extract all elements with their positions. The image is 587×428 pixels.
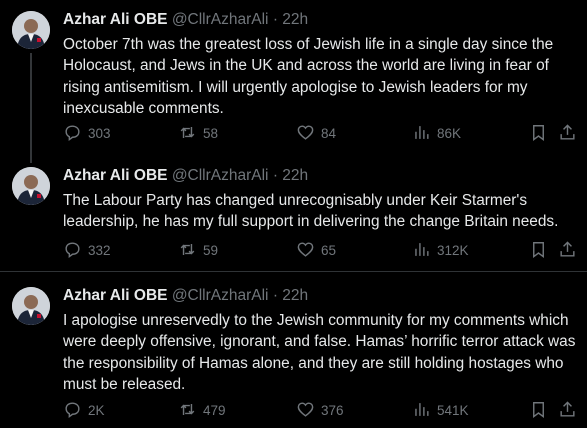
like-count: 376 (321, 403, 344, 418)
share-icon (560, 124, 575, 140)
profile-photo-icon (12, 287, 50, 325)
heart-icon (297, 242, 314, 257)
heart-icon (297, 125, 314, 140)
views-button[interactable]: 541K (412, 400, 469, 419)
reply-button[interactable]: 2K (63, 400, 105, 419)
author-name[interactable]: Azhar Ali OBE (63, 287, 168, 304)
reply-button[interactable]: 303 (63, 123, 111, 142)
repost-button[interactable]: 59 (178, 240, 218, 259)
analytics-icon (415, 243, 429, 256)
tweet-text: The Labour Party has changed unrecognisa… (63, 192, 559, 231)
reply-icon (65, 402, 80, 419)
timestamp[interactable]: · 22h (273, 287, 308, 304)
bookmark-icon (533, 242, 544, 259)
bookmark-icon (533, 402, 544, 419)
bookmark-icon (533, 125, 544, 142)
repost-button[interactable]: 58 (178, 123, 218, 142)
tweet-header: Azhar Ali OBE @CllrAzharAli · 22h (63, 167, 308, 185)
share-icon (560, 401, 575, 417)
tweet-header: Azhar Ali OBE @CllrAzharAli · 22h (63, 11, 308, 29)
reply-count: 332 (88, 243, 111, 258)
thread-line (30, 53, 32, 163)
reply-icon (65, 242, 80, 259)
tweet-header: Azhar Ali OBE @CllrAzharAli · 22h (63, 287, 308, 305)
author-handle[interactable]: @CllrAzharAli (172, 167, 269, 184)
author-name[interactable]: Azhar Ali OBE (63, 167, 168, 184)
reply-icon (65, 125, 80, 142)
heart-icon (297, 402, 314, 417)
repost-icon (180, 126, 195, 139)
analytics-icon (415, 126, 429, 139)
author-handle[interactable]: @CllrAzharAli (172, 11, 269, 28)
view-count: 541K (437, 403, 469, 418)
share-icon (560, 241, 575, 257)
like-button[interactable]: 84 (296, 123, 336, 142)
share-button[interactable] (558, 400, 577, 424)
tweet-text: October 7th was the greatest loss of Jew… (63, 36, 554, 117)
repost-count: 58 (203, 126, 219, 141)
tweet-actions: 303 58 84 86K (63, 123, 583, 145)
reply-count: 303 (88, 126, 111, 141)
repost-count: 479 (203, 403, 226, 418)
timestamp[interactable]: · 22h (273, 167, 308, 184)
reply-button[interactable]: 332 (63, 240, 111, 259)
avatar[interactable] (12, 287, 50, 325)
like-count: 84 (321, 126, 337, 141)
profile-photo-icon (12, 11, 50, 49)
avatar[interactable] (12, 11, 50, 49)
repost-button[interactable]: 479 (178, 400, 226, 419)
author-name[interactable]: Azhar Ali OBE (63, 11, 168, 28)
avatar[interactable] (12, 167, 50, 205)
analytics-icon (415, 403, 429, 416)
view-count: 86K (437, 126, 462, 141)
bookmark-button[interactable] (529, 240, 548, 264)
author-handle[interactable]: @CllrAzharAli (172, 287, 269, 304)
like-button[interactable]: 65 (296, 240, 336, 259)
like-count: 65 (321, 243, 337, 258)
view-count: 312K (437, 243, 469, 258)
repost-icon (180, 243, 195, 256)
views-button[interactable]: 312K (412, 240, 469, 259)
share-button[interactable] (558, 240, 577, 264)
tweet-divider (0, 271, 587, 272)
tweet-actions: 2K 479 376 541K (63, 400, 583, 422)
tweet-actions: 332 59 65 312K (63, 240, 583, 262)
repost-icon (180, 403, 195, 416)
repost-count: 59 (203, 243, 219, 258)
views-button[interactable]: 86K (412, 123, 461, 142)
like-button[interactable]: 376 (296, 400, 344, 419)
bookmark-button[interactable] (529, 123, 548, 147)
profile-photo-icon (12, 167, 50, 205)
tweet-text: I apologise unreservedly to the Jewish c… (63, 312, 576, 393)
timestamp[interactable]: · 22h (273, 11, 308, 28)
bookmark-button[interactable] (529, 400, 548, 424)
share-button[interactable] (558, 123, 577, 147)
reply-count: 2K (88, 403, 105, 418)
